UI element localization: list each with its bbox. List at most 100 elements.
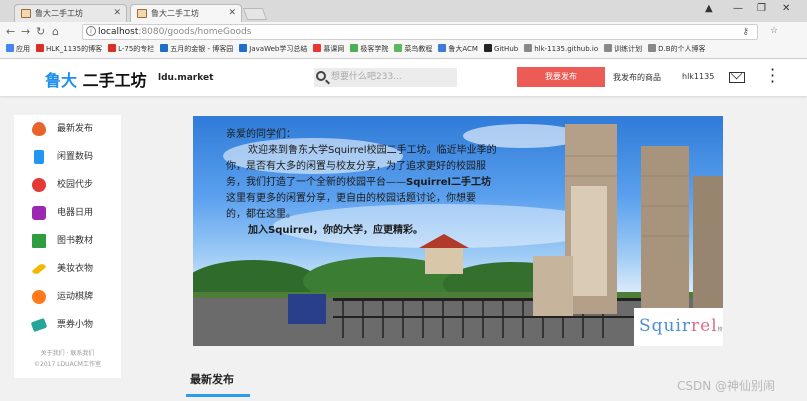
search-icon[interactable] <box>316 71 326 81</box>
url-host: localhost <box>98 27 139 37</box>
bookmark-item[interactable]: D.B的个人博客 <box>648 42 706 57</box>
bookmark-icon <box>350 44 359 52</box>
bookmark-label: 菜鸟教程 <box>404 45 433 53</box>
bookmark-item[interactable]: 应用 <box>6 42 30 57</box>
my-goods-link[interactable]: 我发布的商品 <box>613 72 661 83</box>
basketball-icon <box>32 290 46 304</box>
sidebar-item[interactable]: 图书教材 <box>14 227 121 255</box>
bookmark-label: L-75的专栏 <box>118 45 155 53</box>
more-menu-icon[interactable]: · · · <box>770 62 775 90</box>
tab-title: 鲁大二手工坊 <box>35 9 83 18</box>
campus-banner: 亲爱的同学们： 欢迎来到鲁东大学Squirrel校园二手工坊。临近毕业季的 你，… <box>193 116 723 346</box>
bookmark-icon <box>6 44 14 52</box>
window-close-icon[interactable]: ✕ <box>782 3 790 14</box>
bookmark-icon <box>313 44 322 52</box>
tab-title: 鲁大二手工坊 <box>151 9 199 18</box>
bicycle-icon <box>32 178 46 192</box>
forward-icon[interactable]: → <box>21 25 30 38</box>
username-link[interactable]: hlk1135 <box>682 72 714 81</box>
lipstick-icon <box>31 262 47 276</box>
sidebar-item-label: 电器日用 <box>57 208 94 218</box>
bookmark-item[interactable]: 慕课网 <box>313 42 344 57</box>
sidebar-footer: 关于我们 · 联系我们 ©2017 LDUACM工作室 <box>14 348 121 370</box>
bookmark-label: 慕课网 <box>323 45 345 53</box>
search-input[interactable]: 想要什么吧233... <box>314 68 457 87</box>
site-logo[interactable]: 鲁大 二手工坊 <box>45 67 147 91</box>
reload-icon[interactable]: ↻ <box>36 25 45 38</box>
browser-tab-1[interactable]: 鲁大二手工坊 ✕ <box>14 4 127 22</box>
url-path: :8080/goods/homeGoods <box>138 27 252 37</box>
close-tab-icon[interactable]: ✕ <box>228 5 236 22</box>
site-domain: ldu.market <box>158 73 214 83</box>
minimize-icon[interactable]: — <box>733 3 743 14</box>
search-placeholder: 想要什么吧233... <box>331 72 402 82</box>
book-icon <box>32 234 46 248</box>
sidebar-item[interactable]: 最新发布 <box>14 115 121 143</box>
bookmark-item[interactable]: L-75的专栏 <box>108 42 154 57</box>
sidebar-item-label: 运动棋牌 <box>57 292 94 302</box>
key-icon[interactable]: ⚷ <box>742 25 749 39</box>
bookmark-icon <box>524 44 533 52</box>
bookmark-star-icon[interactable]: ☆ <box>770 26 778 36</box>
sidebar-item[interactable]: 电器日用 <box>14 199 121 227</box>
bookmark-label: hlk-1135.github.io <box>534 45 599 53</box>
bookmarks-bar: 应用 HLK_1135的博客 L-75的专栏 五月的金银 - 博客园 JavaWeb学习… <box>0 42 807 59</box>
bookmark-item[interactable]: hlk-1135.github.io <box>524 42 598 57</box>
brand-name: 二手工坊 <box>82 71 147 90</box>
sidebar-item[interactable]: 美妆衣物 <box>14 255 121 283</box>
site-header: 鲁大 二手工坊 ldu.market 想要什么吧233... 我要发布 我发布的… <box>0 59 807 96</box>
sidebar-item-label: 校园代步 <box>57 180 94 190</box>
bookmark-item[interactable]: HLK_1135的博客 <box>36 42 102 57</box>
sidebar-item[interactable]: 校园代步 <box>14 171 121 199</box>
favicon-icon <box>21 9 31 18</box>
category-sidebar: 最新发布 闲置数码校园代步电器日用图书教材美妆衣物运动棋牌票券小物 关于我们 · … <box>14 115 121 378</box>
banner-slogan: 加入Squirrel，你的大学，应更精彩。 <box>248 225 423 236</box>
bookmark-icon <box>483 44 492 52</box>
bookmark-item[interactable]: GitHub <box>483 42 518 57</box>
sidebar-item[interactable]: 闲置数码 <box>14 143 121 171</box>
banner-line-2: 你，是否有大多的闲置与校友分享，为了追求更好的校园服 <box>226 161 486 172</box>
copyright: ©2017 LDUACM工作室 <box>34 361 101 368</box>
phone-icon <box>34 150 44 164</box>
sidebar-item[interactable]: 运动棋牌 <box>14 283 121 311</box>
restore-icon[interactable]: ❐ <box>757 3 766 14</box>
section-underline <box>186 394 250 397</box>
bookmark-label: 五月的金银 - 博客园 <box>170 45 234 53</box>
mail-icon[interactable] <box>729 72 745 83</box>
publish-button[interactable]: 我要发布 <box>517 67 605 87</box>
close-tab-icon[interactable]: ✕ <box>113 5 121 22</box>
squirrel-logo: Squirrel校版 <box>634 308 723 346</box>
new-tab-button[interactable] <box>242 8 268 20</box>
bookmark-item[interactable]: 五月的金银 - 博客园 <box>160 42 233 57</box>
banner-line-4: 这里有更多的闲置分享，更自由的校园话题讨论，你想要 <box>226 193 476 204</box>
banner-line-3: 务，我们打造了一个全新的校园平台——Squirrel二手工坊 <box>226 177 491 188</box>
browser-tab-2[interactable]: 鲁大二手工坊 ✕ <box>130 4 242 22</box>
bookmark-icon <box>160 44 169 52</box>
info-icon[interactable]: i <box>86 26 96 36</box>
bookmark-icon <box>438 44 447 52</box>
footer-links[interactable]: 关于我们 · 联系我们 <box>14 348 121 359</box>
bookmark-item[interactable]: 训练计划 <box>604 42 642 57</box>
bookmark-icon <box>36 44 44 52</box>
bookmark-item[interactable]: 鲁大ACM <box>438 42 478 57</box>
home-icon[interactable]: ⌂ <box>52 25 59 38</box>
favicon-icon <box>137 9 147 18</box>
sidebar-item-label: 图书教材 <box>57 236 94 246</box>
address-bar[interactable]: i localhost:8080/goods/homeGoods ⚷ <box>82 24 758 40</box>
bookmark-label: JavaWeb学习总结 <box>249 45 308 53</box>
bookmark-label: 鲁大ACM <box>448 45 478 53</box>
banner-welcome-text: 亲爱的同学们： 欢迎来到鲁东大学Squirrel校园二手工坊。临近毕业季的 你，… <box>226 127 538 239</box>
bookmark-item[interactable]: 菜鸟教程 <box>394 42 432 57</box>
back-icon[interactable]: ← <box>6 25 15 38</box>
profile-icon[interactable]: ▲ <box>705 3 713 14</box>
banner-line-5: 的，都在这里。 <box>226 209 296 220</box>
bookmark-item[interactable]: 极客学院 <box>350 42 388 57</box>
bookmark-icon <box>394 44 403 52</box>
ticket-icon <box>30 317 48 333</box>
sidebar-item[interactable]: 票券小物 <box>14 311 121 339</box>
banner-greeting: 亲爱的同学们： <box>226 129 296 140</box>
sidebar-item-label: 票券小物 <box>57 320 94 330</box>
bookmark-label: 训练计划 <box>614 45 643 53</box>
csdn-watermark: CSDN @神仙别闹 <box>677 379 776 393</box>
bookmark-item[interactable]: JavaWeb学习总结 <box>239 42 307 57</box>
